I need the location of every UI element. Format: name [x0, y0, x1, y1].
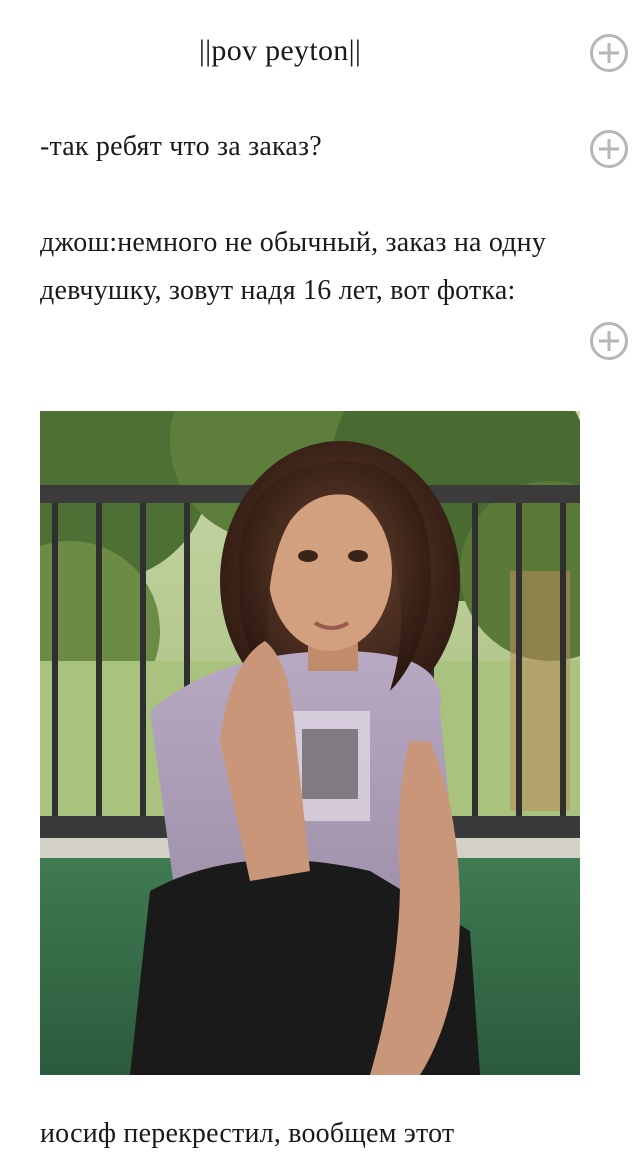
chapter-heading: ||pov peyton||: [198, 34, 362, 67]
story-paragraph: джош:немного не обычный, заказ на одну д…: [40, 227, 547, 306]
add-comment-plus-icon[interactable]: [590, 34, 628, 72]
add-comment-plus-icon[interactable]: [590, 322, 628, 360]
story-paragraph: иосиф перекрестил, вообщем этот: [40, 1118, 455, 1149]
story-photo: [40, 411, 580, 1075]
story-paragraph: -так ребят что за заказ?: [40, 131, 322, 162]
add-comment-plus-icon[interactable]: [590, 130, 628, 168]
